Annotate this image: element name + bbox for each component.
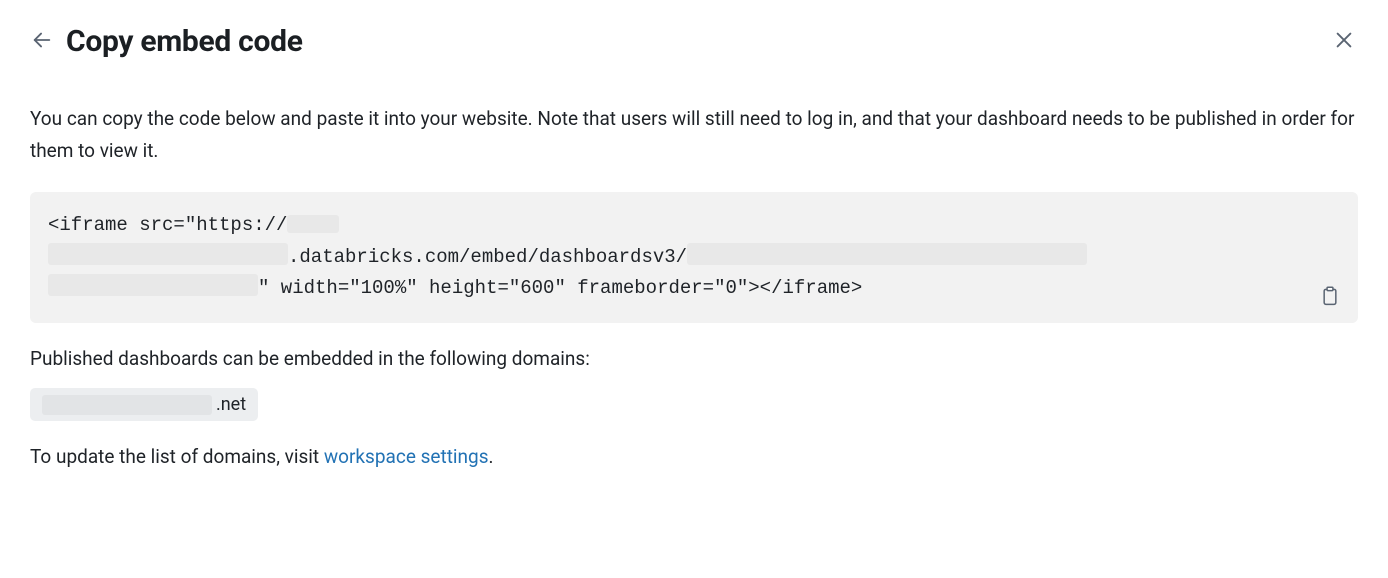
domain-suffix: .net (216, 394, 246, 415)
allowed-domains-list: .net (30, 388, 1358, 421)
copy-code-button[interactable] (1320, 285, 1342, 307)
code-part1: <iframe src="https:// (48, 214, 287, 236)
close-button[interactable] (1330, 28, 1358, 56)
domain-chip: .net (30, 388, 258, 421)
dialog-header: Copy embed code (30, 24, 1358, 59)
code-part2: .databricks.com/embed/dashboardsv3/ (288, 246, 687, 268)
allowed-domains-label: Published dashboards can be embedded in … (30, 347, 1358, 370)
update-prefix: To update the list of domains, visit (30, 445, 324, 468)
embed-code-dialog: Copy embed code You can copy the code be… (0, 0, 1388, 468)
redacted-segment (48, 243, 288, 265)
arrow-left-icon (31, 29, 53, 55)
update-domains-text: To update the list of domains, visit wor… (30, 445, 1358, 468)
dialog-title: Copy embed code (66, 24, 303, 59)
update-suffix: . (489, 445, 494, 468)
back-button[interactable] (30, 30, 54, 54)
redacted-segment (42, 395, 212, 415)
close-icon (1333, 29, 1355, 55)
code-part3-prefix: " (258, 277, 269, 299)
title-group: Copy embed code (30, 24, 303, 59)
redacted-segment (48, 274, 258, 296)
embed-code-text[interactable]: <iframe src="https:// .databricks.com/em… (48, 210, 1298, 306)
dialog-description: You can copy the code below and paste it… (30, 103, 1358, 168)
redacted-segment (687, 243, 1087, 265)
redacted-segment (287, 215, 339, 233)
workspace-settings-link[interactable]: workspace settings (324, 445, 489, 468)
embed-code-block: <iframe src="https:// .databricks.com/em… (30, 192, 1358, 324)
clipboard-icon (1320, 292, 1340, 311)
code-part3-rest: width="100%" height="600" frameborder="0… (269, 277, 862, 299)
